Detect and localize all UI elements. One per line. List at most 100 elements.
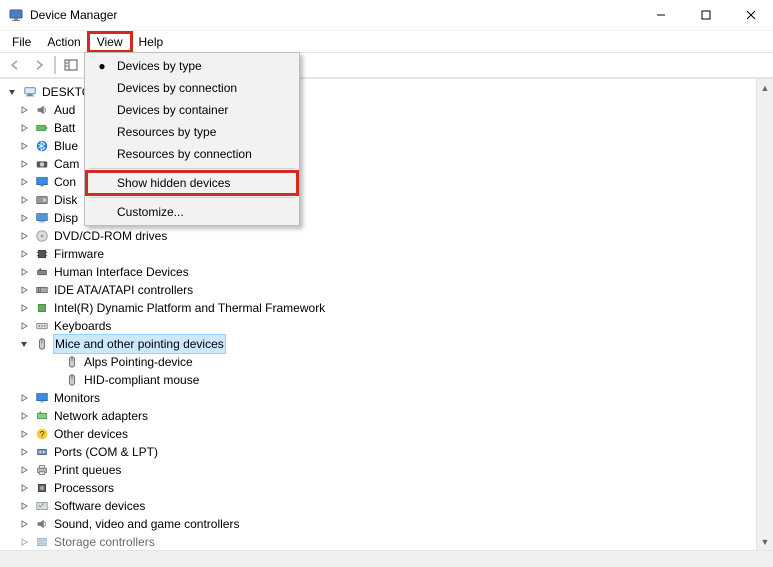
expand-icon[interactable] [18,230,30,242]
tree-category-mice[interactable]: Mice and other pointing devices [6,335,756,353]
tree-category-storage[interactable]: Storage controllers [6,533,756,550]
expand-icon[interactable] [18,428,30,440]
expand-icon[interactable] [18,320,30,332]
collapse-icon[interactable] [18,338,30,350]
display-icon [34,210,50,226]
menu-item-show-hidden-devices[interactable]: Show hidden devices [87,172,297,194]
expand-icon[interactable] [18,392,30,404]
tree-category-label: Processors [54,479,114,497]
tree-category-dvd[interactable]: DVD/CD-ROM drives [6,227,756,245]
menu-item-customize[interactable]: Customize... [87,201,297,223]
tree-category-ports[interactable]: Ports (COM & LPT) [6,443,756,461]
expand-icon[interactable] [18,212,30,224]
menu-item-resources-by-connection[interactable]: Resources by connection [87,143,297,165]
tree-category-firmware[interactable]: Firmware [6,245,756,263]
menu-item-resources-by-type[interactable]: Resources by type [87,121,297,143]
tree-category-label: Firmware [54,245,104,263]
tree-category-other[interactable]: ? Other devices [6,425,756,443]
expand-icon[interactable] [18,176,30,188]
expand-icon[interactable] [18,140,30,152]
expand-icon[interactable] [18,122,30,134]
scroll-down-button[interactable]: ▼ [757,533,773,550]
expand-icon[interactable] [18,104,30,116]
speaker-icon [34,102,50,118]
tree-category-label: Storage controllers [54,533,155,550]
tree-category-sound[interactable]: Sound, video and game controllers [6,515,756,533]
vertical-scrollbar[interactable]: ▲ ▼ [756,79,773,550]
tree-category-label: DVD/CD-ROM drives [54,227,167,245]
nav-forward-button[interactable] [28,54,50,76]
expand-icon[interactable] [18,284,30,296]
minimize-button[interactable] [638,0,683,30]
scroll-track[interactable] [757,96,773,533]
menu-item-label: Resources by connection [117,147,252,161]
window-title: Device Manager [30,8,117,22]
menu-file[interactable]: File [4,33,39,51]
show-hide-tree-button[interactable] [60,54,82,76]
menu-item-devices-by-connection[interactable]: Devices by connection [87,77,297,99]
tree-category-label: Con [54,173,76,191]
software-icon [34,498,50,514]
tree-category-label: Keyboards [54,317,111,335]
menu-item-devices-by-type[interactable]: ● Devices by type [87,55,297,77]
tree-category-print-queues[interactable]: Print queues [6,461,756,479]
tree-category-label: Ports (COM & LPT) [54,443,158,461]
bullet-icon: ● [95,59,109,73]
menu-item-label: Devices by type [117,59,202,73]
tree-category-keyboards[interactable]: Keyboards [6,317,756,335]
menu-item-label: Customize... [117,205,184,219]
unknown-icon: ? [34,426,50,442]
expand-icon[interactable] [18,266,30,278]
mouse-icon [34,336,50,352]
expand-icon[interactable] [18,194,30,206]
tree-category-software[interactable]: Software devices [6,497,756,515]
nav-back-button[interactable] [4,54,26,76]
menu-item-devices-by-container[interactable]: Devices by container [87,99,297,121]
svg-text:?: ? [40,430,45,440]
menu-item-label: Devices by connection [117,81,237,95]
battery-icon [34,120,50,136]
expand-icon[interactable] [18,410,30,422]
maximize-button[interactable] [683,0,728,30]
expand-icon[interactable] [18,464,30,476]
expand-icon[interactable] [18,482,30,494]
tree-category-label: IDE ATA/ATAPI controllers [54,281,193,299]
tree-category-monitors[interactable]: Monitors [6,389,756,407]
tree-leaf-alps[interactable]: Alps Pointing-device [6,353,756,371]
menu-view[interactable]: View [89,33,131,51]
tree-category-label: Cam [54,155,79,173]
tree-category-hid[interactable]: Human Interface Devices [6,263,756,281]
tree-leaf-label: HID-compliant mouse [84,371,199,389]
expand-icon[interactable] [18,302,30,314]
horizontal-scrollbar[interactable] [0,550,773,567]
title-bar: Device Manager [0,0,773,30]
tree-category-processors[interactable]: Processors [6,479,756,497]
expand-icon[interactable] [18,446,30,458]
tree-category-network[interactable]: Network adapters [6,407,756,425]
tree-category-label: Sound, video and game controllers [54,515,239,533]
expand-icon[interactable] [18,158,30,170]
tree-category-intel-dptf[interactable]: Intel(R) Dynamic Platform and Thermal Fr… [6,299,756,317]
tree-category-ide[interactable]: IDE ATA/ATAPI controllers [6,281,756,299]
tree-category-label: Disp [54,209,78,227]
expand-icon[interactable] [18,248,30,260]
tree-leaf-hid-mouse[interactable]: HID-compliant mouse [6,371,756,389]
menu-item-label: Show hidden devices [117,176,230,190]
tree-category-label: Blue [54,137,78,155]
tree-category-label: Software devices [54,497,145,515]
expand-icon[interactable] [18,536,30,548]
computer-icon [22,84,38,100]
menu-separator [89,168,295,169]
menu-help[interactable]: Help [131,33,172,51]
mouse-icon [64,372,80,388]
speaker-icon [34,516,50,532]
disk-icon [34,192,50,208]
close-button[interactable] [728,0,773,30]
expand-icon[interactable] [18,500,30,512]
menu-action[interactable]: Action [39,33,88,51]
scroll-up-button[interactable]: ▲ [757,79,773,96]
menu-item-label: Resources by type [117,125,216,139]
tree-leaf-label: Alps Pointing-device [84,353,193,371]
expand-icon[interactable] [18,518,30,530]
collapse-icon[interactable] [6,86,18,98]
